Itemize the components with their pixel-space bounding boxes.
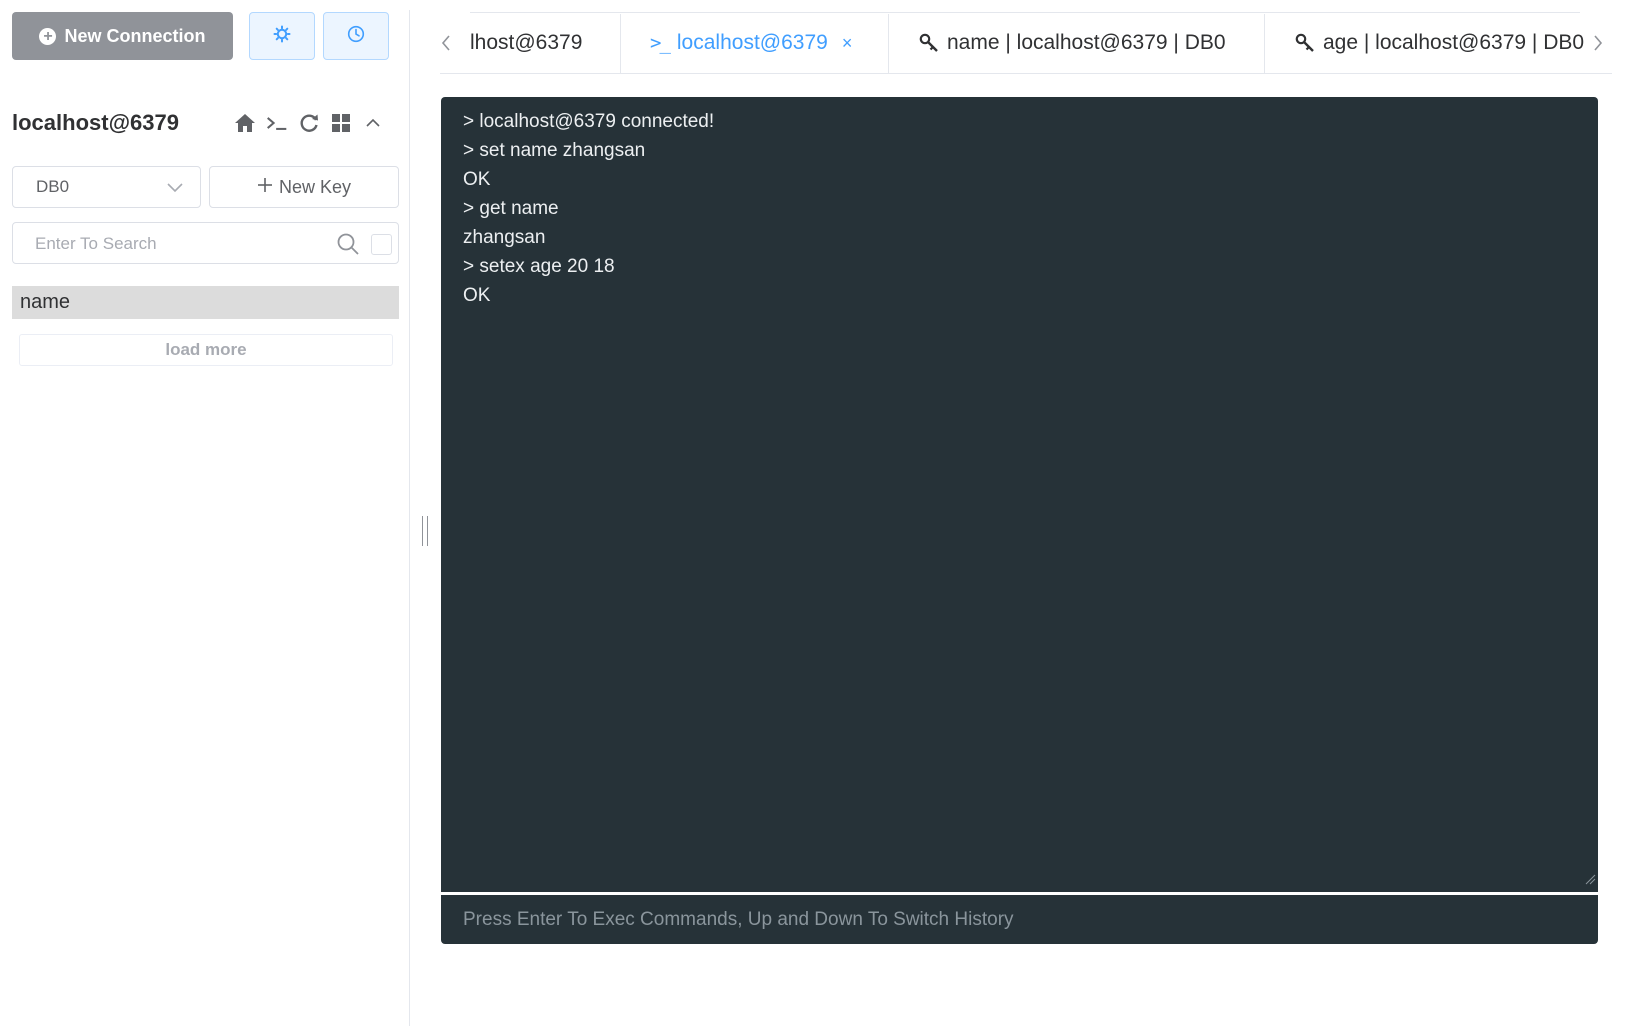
console-line: > get name xyxy=(463,198,559,219)
search-icon[interactable] xyxy=(336,232,360,261)
add-circle-icon: + xyxy=(39,27,57,45)
console-line: > localhost@6379 connected! xyxy=(463,111,715,132)
gear-icon xyxy=(273,25,291,48)
tab-console[interactable]: >_ localhost@6379 × xyxy=(650,12,852,74)
db-select[interactable]: DB0 xyxy=(12,166,201,208)
key-search-input[interactable] xyxy=(35,232,315,256)
console-line: OK xyxy=(463,169,491,190)
command-input-box xyxy=(441,895,1598,944)
tab-key-name[interactable]: name | localhost@6379 | DB0 xyxy=(919,12,1226,74)
tab-separator xyxy=(620,14,621,74)
sidebar-resize-handle[interactable] xyxy=(422,516,428,546)
tab-label: name | localhost@6379 | DB0 xyxy=(947,31,1226,54)
console-line: OK xyxy=(463,285,491,306)
connection-title[interactable]: localhost@6379 xyxy=(12,110,234,136)
refresh-icon[interactable] xyxy=(298,112,320,134)
key-list-item[interactable]: name xyxy=(12,286,399,319)
tabs-prev-icon[interactable] xyxy=(440,34,452,58)
sidebar: + New Connection localhost@6379 DB0 New … xyxy=(0,0,410,1036)
tab-connection-partial[interactable]: lhost@6379 xyxy=(470,12,582,74)
tab-separator xyxy=(1264,14,1265,74)
tab-separator xyxy=(888,14,889,74)
clock-icon xyxy=(347,25,365,48)
terminal-icon[interactable] xyxy=(266,112,288,134)
new-connection-button[interactable]: + New Connection xyxy=(12,12,233,60)
home-icon[interactable] xyxy=(234,112,256,134)
tabs-next-icon[interactable] xyxy=(1592,34,1604,58)
tab-label: localhost@6379 xyxy=(676,31,828,54)
console-line: > set name zhangsan xyxy=(463,140,646,161)
tab-label: age | localhost@6379 | DB0 xyxy=(1323,31,1585,54)
key-icon xyxy=(1295,33,1315,53)
chevron-up-icon[interactable] xyxy=(362,112,384,134)
resize-grip-icon[interactable] xyxy=(1584,872,1596,890)
db-select-value: DB0 xyxy=(36,177,70,196)
terminal-icon: >_ xyxy=(650,32,671,54)
key-icon xyxy=(919,33,939,53)
command-input[interactable] xyxy=(463,907,1563,933)
console-output[interactable]: > localhost@6379 connected! > set name z… xyxy=(441,97,1598,892)
plus-icon xyxy=(257,177,273,198)
chevron-down-icon xyxy=(166,179,184,199)
exact-search-checkbox[interactable] xyxy=(371,234,392,255)
tabs-bar: lhost@6379 >_ localhost@6379 × name | lo… xyxy=(440,12,1612,74)
connection-header: localhost@6379 xyxy=(12,104,398,142)
new-key-button[interactable]: New Key xyxy=(209,166,399,208)
close-icon[interactable]: × xyxy=(842,33,853,54)
sidebar-divider xyxy=(409,10,410,1026)
console-line: > setex age 20 18 xyxy=(463,256,615,277)
key-search-box xyxy=(12,222,399,264)
new-connection-label: New Connection xyxy=(64,25,206,46)
history-button[interactable] xyxy=(323,12,389,60)
console-line: zhangsan xyxy=(463,227,546,248)
tab-label: lhost@6379 xyxy=(470,31,583,54)
grid-icon[interactable] xyxy=(330,112,352,134)
new-key-label: New Key xyxy=(278,176,352,197)
settings-button[interactable] xyxy=(249,12,315,60)
tab-key-age[interactable]: age | localhost@6379 | DB0 xyxy=(1295,12,1584,74)
load-more-button[interactable]: load more xyxy=(19,334,393,366)
connection-actions xyxy=(234,112,384,134)
